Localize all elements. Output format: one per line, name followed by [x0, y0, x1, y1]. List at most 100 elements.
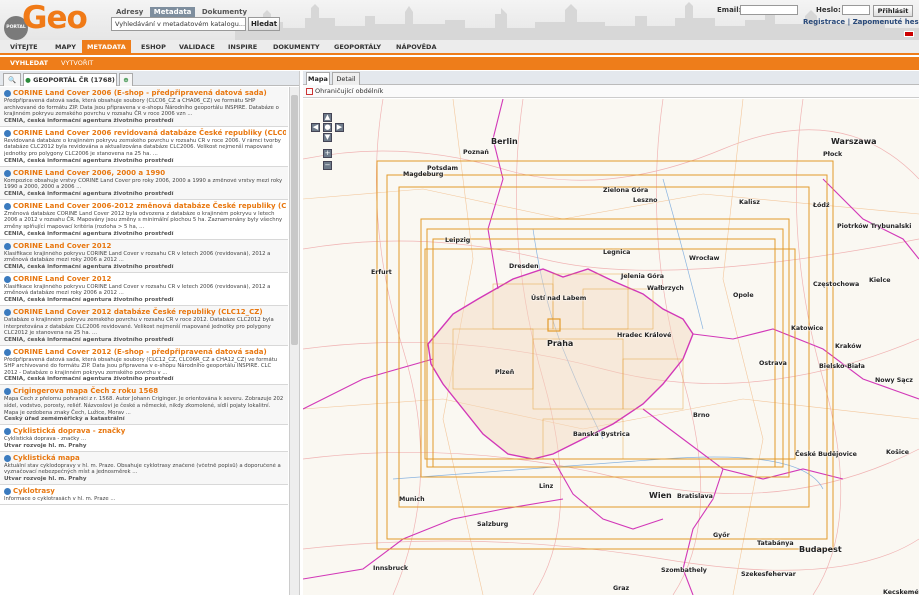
map-city-label: Leszno	[633, 197, 658, 204]
map-city-label: Nowy Sącz	[875, 377, 913, 384]
add-tab-icon[interactable]: ⊕	[119, 73, 133, 86]
nav-vitejte[interactable]: VÍTEJTE	[10, 40, 38, 55]
language-flag-icon[interactable]	[904, 31, 914, 37]
result-item[interactable]: CORINE Land Cover 2012 Klasifikace krajin…	[0, 239, 288, 273]
result-organization: CENIA, česká informační agentura životní…	[4, 376, 174, 383]
search-tab-metadata[interactable]: Metadata	[149, 7, 196, 17]
result-item[interactable]: CORINE Land Cover 2006 revidovaná databá…	[0, 126, 288, 167]
result-title[interactable]: CORINE Land Cover 2006-2012 změnová data…	[4, 201, 286, 211]
email-label: Email:	[717, 6, 742, 14]
result-organization: CENIA, česká informační agentura životní…	[4, 230, 174, 237]
result-organization: CENIA, česká informační agentura životní…	[4, 117, 174, 124]
result-title[interactable]: CORINE Land Cover 2012 databáze České re…	[4, 307, 286, 317]
map-city-label: Zielona Góra	[603, 187, 649, 194]
map-city-label: Ostrava	[759, 360, 787, 367]
nav-geoportaly[interactable]: GEOPORTÁLY	[334, 40, 381, 55]
scrollbar-thumb[interactable]	[291, 95, 298, 345]
result-title[interactable]: CORINE Land Cover 2012 (E-shop - předpři…	[4, 347, 286, 357]
result-description: Mapa Čech z přelomu pohraničí z r. 1568.…	[4, 396, 284, 416]
nav-metadata[interactable]: METADATA	[82, 40, 131, 55]
logo-geo-text: Geo	[22, 0, 88, 36]
search-button[interactable]: Hledat	[248, 17, 280, 31]
subnav-vyhledat[interactable]: VYHLEDAT	[10, 57, 48, 70]
password-field[interactable]	[842, 5, 870, 15]
map-city-label: Jelenia Góra	[621, 273, 664, 280]
search-tab-adresy[interactable]: Adresy	[112, 7, 147, 17]
map-city-label: Berlin	[491, 137, 518, 146]
map-city-label: Ústí nad Labem	[531, 295, 587, 302]
results-scrollbar[interactable]	[289, 87, 299, 595]
result-description: Předpřipravená datová sada, která obsahu…	[4, 356, 278, 376]
map-city-label: Częstochowa	[813, 281, 860, 288]
pan-left-icon[interactable]: ◀	[311, 123, 320, 132]
result-organization: CENIA, česká informační agentura životní…	[4, 336, 174, 343]
map-tabs: Mapa Detail	[303, 71, 919, 85]
nav-inspire[interactable]: INSPIRE	[228, 40, 257, 55]
map-toolbar: Ohraničující obdélník	[303, 85, 919, 98]
map-city-label: Praha	[547, 339, 574, 348]
pan-up-icon[interactable]: ▲	[323, 113, 332, 122]
result-item[interactable]: Cyklistická mapa Aktuální stav cyklodopra…	[0, 451, 288, 486]
bounding-box-icon[interactable]	[306, 88, 313, 95]
search-type-tabs: Adresy Metadata Dokumenty	[112, 7, 251, 17]
map-city-label: Legnica	[603, 249, 631, 256]
result-item[interactable]: CORINE Land Cover 2006-2012 změnová data…	[0, 199, 288, 240]
result-title[interactable]: Cyklotrasy	[4, 486, 286, 496]
result-title[interactable]: CORINE Land Cover 2006, 2000 a 1990	[4, 168, 286, 178]
result-description: Kompozice obsahuje vrstvy CORINE Land Co…	[4, 177, 283, 191]
tab-mapa[interactable]: Mapa	[306, 72, 330, 85]
map-city-label: Opole	[733, 292, 754, 299]
map-city-label: Poznań	[463, 149, 489, 156]
pan-center-icon[interactable]: ●	[323, 123, 332, 132]
search-tab-dokumenty[interactable]: Dokumenty	[198, 7, 251, 17]
map-city-label: Budapest	[799, 545, 842, 554]
result-item[interactable]: CORINE Land Cover 2006 (E-shop - předpři…	[0, 87, 288, 127]
search-tab-icon[interactable]: 🔍	[3, 73, 21, 86]
nav-eshop[interactable]: ESHOP	[141, 40, 166, 55]
result-description: Databáze o krajinném pokryvu zemského po…	[4, 316, 274, 337]
portal-geo-logo[interactable]: PORTAL Geo	[4, 0, 88, 40]
pan-down-icon[interactable]: ▼	[323, 133, 332, 142]
map-canvas[interactable]: Berlin Warszawa Poznań Płock Potsdam Magdebur…	[303, 99, 919, 595]
result-item[interactable]: Cyklistická doprava - značky Cyklistická …	[0, 425, 288, 452]
map-panel: Mapa Detail Ohraničující obdélník Berlin…	[303, 71, 919, 595]
result-item[interactable]: CORINE Land Cover 2012 Klasifikace krajin…	[0, 272, 288, 306]
search-input[interactable]: Vyhledávání v metadatovém katalogu...	[111, 17, 246, 31]
result-organization: CENIA, česká informační agentura životní…	[4, 157, 174, 164]
login-button[interactable]: Přihlásit	[873, 5, 913, 17]
result-title[interactable]: Cyklistická mapa	[4, 453, 286, 463]
nav-mapy[interactable]: MAPY	[55, 40, 76, 55]
result-description: Změnová databáze CORINE Land Cover 2012 …	[4, 210, 283, 230]
nav-dokumenty[interactable]: DOKUMENTY	[273, 40, 320, 55]
map-city-label: Banská Bystrica	[573, 431, 630, 438]
zoom-in-icon[interactable]: +	[323, 149, 332, 158]
tab-geoportal-cr[interactable]: ● GEOPORTÁL ČR (1768)	[23, 73, 117, 86]
result-item[interactable]: Cyklotrasy Informace o cyklotrasách v hl.…	[0, 485, 288, 505]
subnav-vytvorit[interactable]: VYTVOŘIT	[61, 57, 93, 70]
result-title[interactable]: Crigingerova mapa Čech z roku 1568	[4, 386, 286, 396]
bounding-box-label[interactable]: Ohraničující obdélník	[315, 87, 383, 95]
nav-napoveda[interactable]: NÁPOVĚDA	[396, 40, 436, 55]
result-title[interactable]: CORINE Land Cover 2006 revidovaná databá…	[4, 128, 286, 138]
zoom-out-icon[interactable]: −	[323, 161, 332, 170]
email-field[interactable]	[740, 5, 798, 15]
register-link[interactable]: Registrace	[803, 18, 845, 26]
result-title[interactable]: CORINE Land Cover 2012	[4, 241, 286, 251]
result-title[interactable]: CORINE Land Cover 2006 (E-shop - předpři…	[4, 88, 286, 98]
result-title[interactable]: Cyklistická doprava - značky	[4, 426, 286, 436]
forgot-password-link[interactable]: Zapomenuté heslo	[853, 18, 919, 26]
main-navigation: VÍTEJTE MAPY METADATA ESHOP VALIDACE INS…	[0, 40, 919, 55]
map-city-label: Innsbruck	[373, 565, 409, 572]
tab-geoportal-label: GEOPORTÁL ČR (1768)	[33, 76, 115, 84]
result-item[interactable]: CORINE Land Cover 2012 databáze České re…	[0, 305, 288, 346]
map-city-label: Linz	[539, 483, 554, 490]
result-item[interactable]: Crigingerova mapa Čech z roku 1568 Mapa Č…	[0, 385, 288, 426]
pan-right-icon[interactable]: ▶	[335, 123, 344, 132]
map-city-label: Tatabánya	[757, 540, 794, 547]
result-description: Cyklistická doprava - značky ...	[4, 436, 87, 443]
result-item[interactable]: CORINE Land Cover 2012 (E-shop - předpři…	[0, 345, 288, 386]
nav-validace[interactable]: VALIDACE	[179, 40, 215, 55]
result-title[interactable]: CORINE Land Cover 2012	[4, 274, 286, 284]
tab-detail[interactable]: Detail	[332, 72, 360, 85]
result-item[interactable]: CORINE Land Cover 2006, 2000 a 1990 Kompo…	[0, 166, 288, 200]
